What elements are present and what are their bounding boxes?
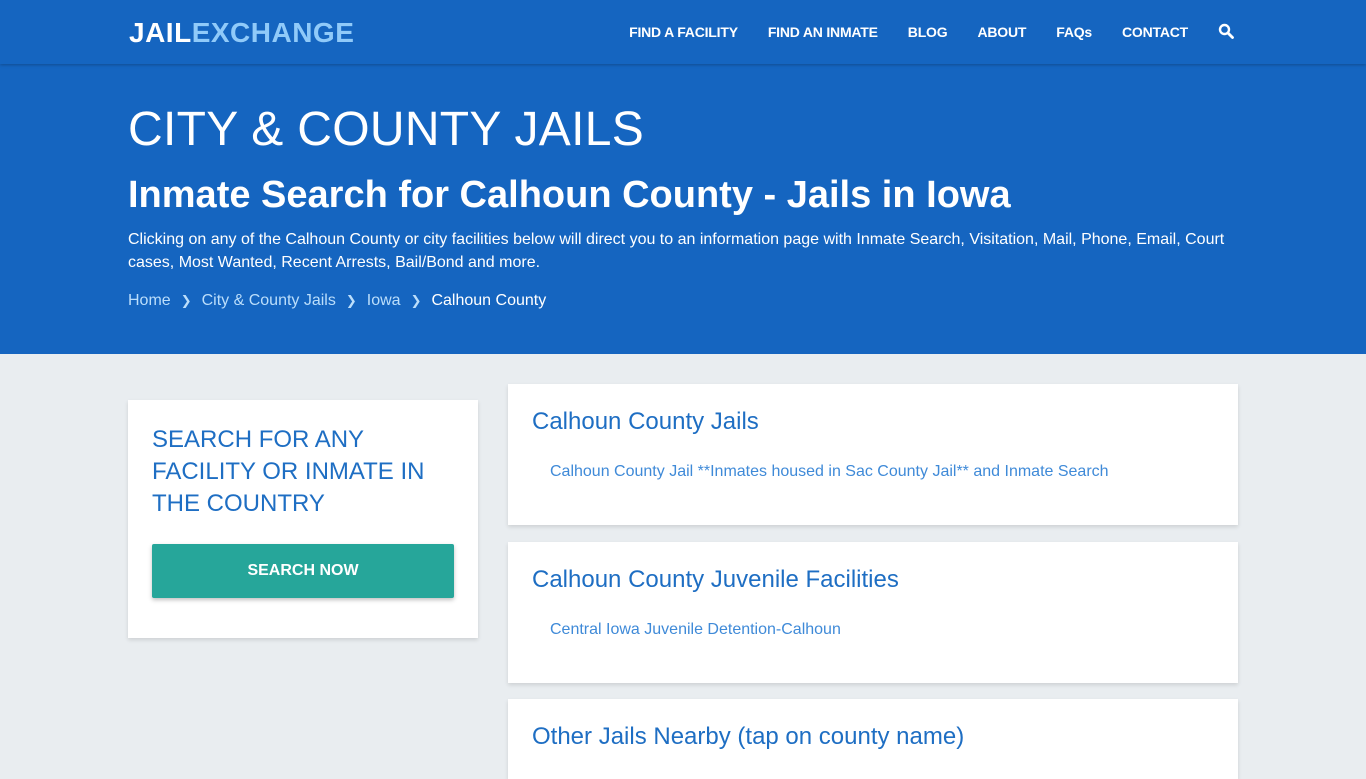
nav-find-inmate[interactable]: FIND AN INMATE (768, 24, 878, 40)
breadcrumb-home[interactable]: Home (128, 292, 171, 310)
nav-blog[interactable]: BLOG (908, 24, 948, 40)
search-promo-heading: SEARCH FOR ANY FACILITY OR INMATE IN THE… (152, 426, 425, 517)
search-now-button[interactable]: SEARCH NOW (152, 544, 454, 598)
section-title: Calhoun County Juvenile Facilities (532, 566, 899, 593)
breadcrumb-current: Calhoun County (431, 292, 547, 309)
logo-text-exchange: EXCHANGE (191, 17, 355, 48)
nav-find-facility[interactable]: FIND A FACILITY (629, 24, 738, 40)
nearby-jails-card: Other Jails Nearby (tap on county name) (508, 699, 1238, 779)
section-title: Other Jails Nearby (tap on county name) (532, 723, 965, 750)
logo-text-jail: JAIL (129, 17, 192, 48)
top-navbar: JAILEXCHANGE FIND A FACILITY FIND AN INM… (0, 0, 1366, 64)
breadcrumb-city-county-jails[interactable]: City & County Jails (202, 292, 336, 310)
main-nav: FIND A FACILITY FIND AN INMATE BLOG ABOU… (599, 0, 1236, 64)
facility-link[interactable]: Calhoun County Jail **Inmates housed in … (550, 463, 1109, 481)
nav-faqs[interactable]: FAQs (1056, 24, 1092, 40)
chevron-right-icon: ❯ (410, 293, 422, 308)
chevron-right-icon: ❯ (345, 293, 357, 308)
section-title: Calhoun County Jails (532, 408, 759, 435)
nav-contact[interactable]: CONTACT (1122, 24, 1188, 40)
county-jails-card: Calhoun County Jails Calhoun County Jail… (508, 384, 1238, 525)
chevron-right-icon: ❯ (180, 293, 192, 308)
page-subtitle: Inmate Search for Calhoun County - Jails… (128, 174, 1011, 216)
breadcrumb: Home ❯ City & County Jails ❯ Iowa ❯ Calh… (128, 292, 546, 310)
page-description: Clicking on any of the Calhoun County or… (128, 231, 1225, 271)
hero-banner: CITY & COUNTY JAILS Inmate Search for Ca… (0, 64, 1366, 354)
search-icon[interactable] (1218, 23, 1236, 41)
page-title: CITY & COUNTY JAILS (128, 103, 645, 156)
breadcrumb-iowa[interactable]: Iowa (367, 292, 401, 310)
nav-about[interactable]: ABOUT (977, 24, 1026, 40)
juvenile-facilities-card: Calhoun County Juvenile Facilities Centr… (508, 542, 1238, 683)
site-logo[interactable]: JAILEXCHANGE (129, 16, 354, 50)
search-promo-card: SEARCH FOR ANY FACILITY OR INMATE IN THE… (128, 400, 478, 638)
facility-link[interactable]: Central Iowa Juvenile Detention-Calhoun (550, 621, 841, 639)
